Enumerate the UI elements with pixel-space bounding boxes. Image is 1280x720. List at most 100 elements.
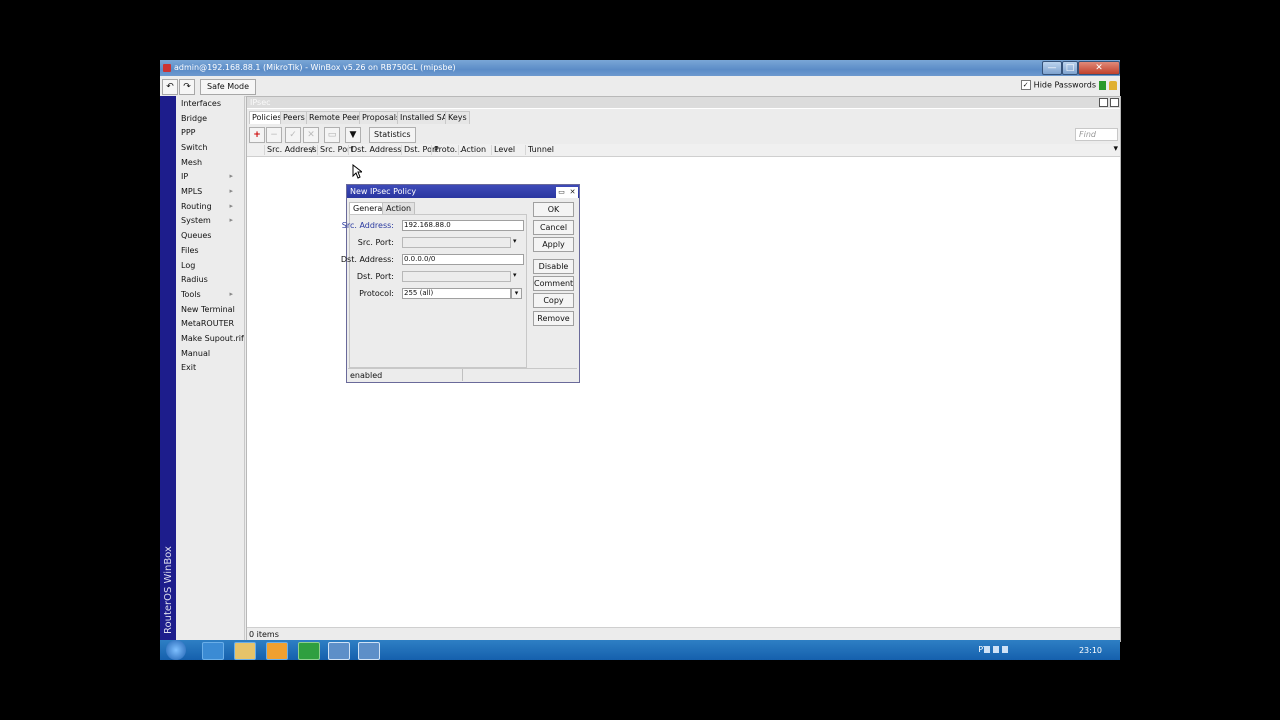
dialog-titlebar[interactable]: New IPsec Policy ▭ ✕ <box>347 185 579 198</box>
disable-button[interactable]: Disable <box>533 259 574 274</box>
ipsec-panel-title: IPsec <box>250 98 271 107</box>
sidebar-item-radius[interactable]: Radius <box>181 275 208 284</box>
remove-button[interactable]: Remove <box>533 311 574 326</box>
dst-port-field[interactable] <box>402 271 511 282</box>
apply-button[interactable]: Apply <box>533 237 574 252</box>
dialog-title: New IPsec Policy <box>350 187 417 196</box>
add-icon[interactable]: + <box>249 127 265 143</box>
safe-mode-button[interactable]: Safe Mode <box>200 79 257 95</box>
cancel-button[interactable]: Cancel <box>533 220 574 235</box>
tray-flag-icon <box>993 646 999 653</box>
src-port-label: Src. Port: <box>357 238 394 247</box>
start-button[interactable] <box>166 640 186 660</box>
protocol-select[interactable]: 255 (all) <box>402 288 511 299</box>
comment-icon[interactable]: ▭ <box>324 127 340 143</box>
sidebar-item-bridge[interactable]: Bridge <box>181 114 207 123</box>
routeros-brand-bar: RouterOS WinBox <box>160 96 176 640</box>
mouse-cursor-icon <box>352 164 362 179</box>
dst-address-field[interactable]: 0.0.0.0/0 <box>402 254 524 265</box>
sidebar-item-mesh[interactable]: Mesh <box>181 158 202 167</box>
winbox-window: admin@192.168.88.1 (MikroTik) - WinBox v… <box>160 60 1121 660</box>
ipsec-tabs: Policies Peers Remote Peers Proposals In… <box>247 109 1120 125</box>
ipsec-toolbar: + − ✓ ✕ ▭ ▼ Statistics Find <box>247 125 1120 144</box>
tab-peers[interactable]: Peers <box>280 111 308 124</box>
maximize-button[interactable]: □ <box>1062 61 1078 75</box>
tab-keys[interactable]: Keys <box>445 111 470 124</box>
sidebar-item-files[interactable]: Files <box>181 246 199 255</box>
column-protocol[interactable]: Proto... <box>431 145 462 155</box>
sidebar-item-exit[interactable]: Exit <box>181 363 196 372</box>
filter-icon[interactable]: ▼ <box>345 127 361 143</box>
sort-indicator: / <box>311 145 314 154</box>
find-input[interactable]: Find <box>1075 128 1118 141</box>
sidebar-item-interfaces[interactable]: Interfaces <box>181 99 221 108</box>
protocol-dropdown-icon[interactable]: ▾ <box>511 288 522 299</box>
column-action[interactable]: Action <box>458 145 491 155</box>
sidebar-item-ip[interactable]: IP ▸ <box>181 172 239 181</box>
taskbar-app-icon[interactable] <box>298 642 320 660</box>
taskbar-explorer-icon[interactable] <box>234 642 256 660</box>
sidebar-item-tools[interactable]: Tools ▸ <box>181 290 239 299</box>
ipsec-statusbar: 0 items <box>247 627 1120 641</box>
sidebar-menu: Interfaces Bridge PPP Switch Mesh IP ▸ MP… <box>176 96 245 640</box>
taskbar-media-player-icon[interactable] <box>266 642 288 660</box>
hide-passwords-toggle[interactable]: ✓ Hide Passwords <box>1020 80 1096 90</box>
sidebar-item-routing[interactable]: Routing ▸ <box>181 202 239 211</box>
hide-passwords-checkbox[interactable]: ✓ <box>1020 80 1031 90</box>
src-address-field[interactable]: 192.168.88.0 <box>402 220 524 231</box>
sidebar-item-switch[interactable]: Switch <box>181 143 207 152</box>
sidebar-item-manual[interactable]: Manual <box>181 349 210 358</box>
dialog-general-pane: Src. Address: 192.168.88.0 Src. Port: ▾ … <box>341 214 527 368</box>
src-port-dropdown-icon[interactable]: ▾ <box>513 237 517 245</box>
ipsec-panel-titlebar[interactable]: IPsec ✕ <box>247 97 1120 108</box>
policies-table-header: Src. Address / Src. Port Dst. Address Ds… <box>247 144 1120 157</box>
statistics-button[interactable]: Statistics <box>369 127 416 143</box>
sidebar-item-metarouter[interactable]: MetaROUTER <box>181 319 234 328</box>
dialog-restore-button[interactable]: ▭ <box>556 187 567 198</box>
dialog-close-button[interactable]: ✕ <box>567 187 578 198</box>
column-dst-port[interactable]: Dst. Port <box>401 145 438 155</box>
submenu-arrow-icon: ▸ <box>229 187 233 195</box>
ok-button[interactable]: OK <box>533 202 574 217</box>
comment-button[interactable]: Comment <box>533 276 574 291</box>
enable-icon[interactable]: ✓ <box>285 127 301 143</box>
taskbar-winbox-icon[interactable] <box>328 642 350 660</box>
sidebar-item-ppp[interactable]: PPP <box>181 128 195 137</box>
dialog-statusbar: enabled <box>348 368 577 381</box>
disable-icon[interactable]: ✕ <box>303 127 319 143</box>
submenu-arrow-icon: ▸ <box>229 290 233 298</box>
taskbar-clock[interactable]: 23:10 <box>1079 646 1102 655</box>
copy-button[interactable]: Copy <box>533 293 574 308</box>
close-button[interactable]: ✕ <box>1078 61 1120 75</box>
windows-taskbar: PT 23:10 <box>160 640 1120 660</box>
column-src-port[interactable]: Src. Port <box>317 145 354 155</box>
sidebar-item-new-terminal[interactable]: New Terminal <box>181 305 235 314</box>
remove-icon[interactable]: − <box>266 127 282 143</box>
sidebar-item-log[interactable]: Log <box>181 261 195 270</box>
winbox-app-icon <box>163 64 171 72</box>
sidebar-item-mpls[interactable]: MPLS ▸ <box>181 187 239 196</box>
dst-port-dropdown-icon[interactable]: ▾ <box>513 271 517 279</box>
sidebar-item-system[interactable]: System ▸ <box>181 216 239 225</box>
column-dst-address[interactable]: Dst. Address <box>348 145 401 155</box>
sidebar-item-queues[interactable]: Queues <box>181 231 211 240</box>
panel-restore-button[interactable] <box>1099 98 1108 107</box>
dialog-status-text: enabled <box>350 371 383 380</box>
column-tunnel[interactable]: Tunnel <box>525 145 558 155</box>
column-menu-icon[interactable]: ▾ <box>1113 144 1118 154</box>
sidebar-item-make-supout[interactable]: Make Supout.rif <box>181 334 244 343</box>
minimize-button[interactable]: — <box>1042 61 1062 75</box>
panel-close-button[interactable]: ✕ <box>1110 98 1119 107</box>
redo-button[interactable]: ↷ <box>179 79 195 95</box>
system-tray-icons[interactable] <box>984 646 1020 654</box>
taskbar-browser-icon[interactable] <box>358 642 380 660</box>
window-title: admin@192.168.88.1 (MikroTik) - WinBox v… <box>174 63 456 72</box>
window-titlebar[interactable]: admin@192.168.88.1 (MikroTik) - WinBox v… <box>160 60 1120 76</box>
taskbar-ie-icon[interactable] <box>202 642 224 660</box>
src-port-field[interactable] <box>402 237 511 248</box>
submenu-arrow-icon: ▸ <box>229 172 233 180</box>
column-src-address[interactable]: Src. Address <box>264 145 317 155</box>
column-level[interactable]: Level <box>491 145 522 155</box>
undo-button[interactable]: ↶ <box>162 79 178 95</box>
src-address-label: Src. Address: <box>341 221 394 230</box>
